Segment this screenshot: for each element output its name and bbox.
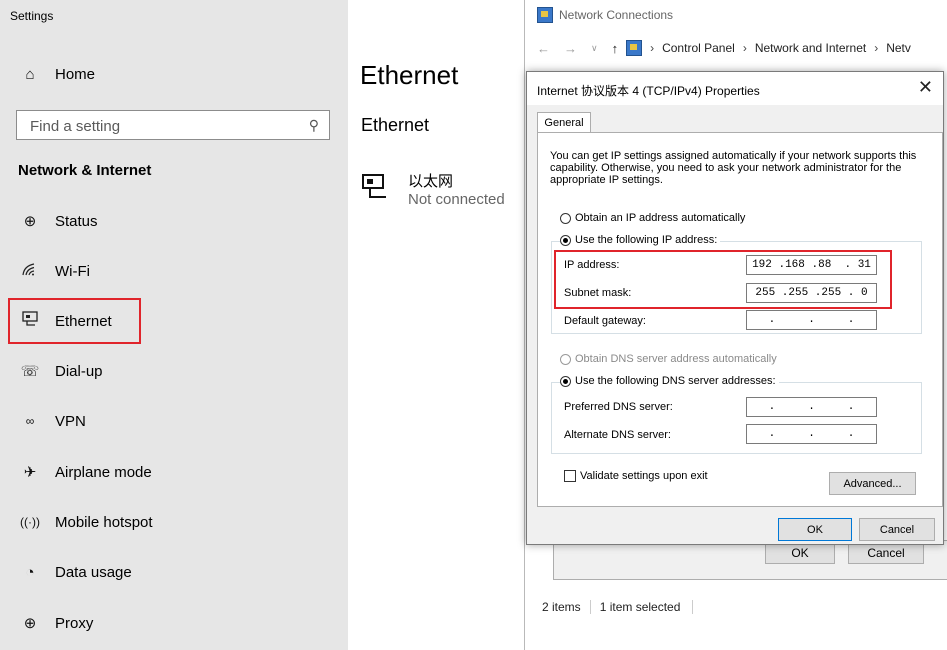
tab-general[interactable]: General [537,112,591,133]
page-title: Ethernet [360,60,459,90]
radio-use-following-dns[interactable]: Use the following DNS server addresses: [560,375,779,387]
phone-icon: ☏ [20,363,40,380]
radio-button[interactable] [560,353,571,365]
back-arrow-icon[interactable]: ← [537,41,550,56]
nav-vpn[interactable]: ∞ VPN [10,397,340,445]
dialog-titlebar[interactable]: Internet 协议版本 4 (TCP/IPv4) Properties ✕ [527,72,943,105]
alternate-dns-field[interactable]: . . . [746,424,877,444]
status-divider [589,600,591,614]
radio-button-selected[interactable] [560,234,571,246]
search-icon[interactable]: ⚲ [309,117,319,134]
nav-proxy[interactable]: ⊕ Proxy [10,599,340,647]
adapter-name[interactable]: 以太网 [408,170,453,191]
default-gateway-label: Default gateway: [564,315,646,327]
ok-button[interactable]: OK [778,518,852,541]
hotspot-icon: ((·)) [20,515,40,529]
breadcrumb-current[interactable]: Netv [886,41,911,55]
network-window-title: Network Connections [537,5,673,25]
nav-data-usage[interactable]: ◔ Data usage [10,548,340,596]
nav-wifi[interactable]: Wi-Fi [10,247,340,295]
breadcrumb-separator-icon: › [874,41,879,55]
adapter-status: Not connected [408,191,505,208]
forward-arrow-icon[interactable]: → [564,41,577,56]
home-icon: ⌂ [25,65,35,83]
network-window-title-text: Network Connections [559,8,674,22]
background-ok-button[interactable]: OK [765,542,835,564]
wifi-icon [18,262,42,280]
nav-status-label: Status [55,212,98,230]
radio-button-selected[interactable] [560,375,571,387]
status-divider [692,600,694,614]
nav-home-label: Home [55,65,96,83]
section-subtitle: Ethernet [361,115,430,135]
radio-button[interactable] [560,212,571,224]
search-input[interactable] [17,111,302,141]
close-icon[interactable]: ✕ [918,78,933,96]
radio-obtain-dns-auto[interactable]: Obtain DNS server address automatically [560,353,777,365]
status-bar: 2 items 1 item selected [542,600,694,614]
ethernet-adapter-icon[interactable] [362,170,388,200]
settings-sidebar: Settings ⌂ Home ⚲ Network & Internet ⊕ S… [0,0,348,650]
preferred-dns-label: Preferred DNS server: [564,401,673,413]
checkbox[interactable] [564,470,576,482]
dialog-description: You can get IP settings assigned automat… [550,150,917,186]
address-bar[interactable]: ← → ∨ ↑ › Control Panel › Network and In… [537,38,919,58]
cancel-button[interactable]: Cancel [859,518,935,541]
nav-status[interactable]: ⊕ Status [10,197,340,245]
recent-dropdown-icon[interactable]: ∨ [591,43,598,54]
alternate-dns-label: Alternate DNS server: [564,429,671,441]
app-title: Settings [10,9,54,23]
nav-vpn-label: VPN [55,412,86,430]
ip-highlight-box [554,250,892,309]
nav-hotspot[interactable]: ((·)) Mobile hotspot [10,498,340,546]
globe-icon: ⊕ [23,213,37,230]
ethernet-highlight-box [8,298,141,344]
network-folder-icon [537,7,553,23]
breadcrumb-separator-icon: › [742,41,747,55]
radio-use-following-ip-label: Use the following IP address: [575,234,718,246]
breadcrumb-separator-icon: › [650,41,655,55]
validate-settings-label: Validate settings upon exit [580,470,708,482]
status-selected-count: 1 item selected [599,600,681,614]
section-title: Network & Internet [18,162,152,179]
nav-data-usage-label: Data usage [55,563,132,581]
nav-dialup[interactable]: ☏ Dial-up [10,347,340,395]
ipv4-properties-dialog: Internet 协议版本 4 (TCP/IPv4) Properties ✕ … [526,71,944,545]
status-item-count: 2 items [542,600,581,614]
breadcrumb-network-internet[interactable]: Network and Internet [755,41,866,55]
nav-home[interactable]: ⌂ Home [10,50,340,98]
network-folder-icon [626,40,643,56]
airplane-icon: ✈ [23,464,37,481]
nav-wifi-label: Wi-Fi [55,262,90,280]
radio-obtain-ip-auto-label: Obtain an IP address automatically [575,212,746,224]
vpn-icon: ∞ [25,414,35,428]
nav-hotspot-label: Mobile hotspot [55,513,153,531]
nav-proxy-label: Proxy [55,614,94,632]
breadcrumb-control-panel[interactable]: Control Panel [662,41,735,55]
default-gateway-field[interactable]: . . . [746,310,877,330]
background-cancel-button[interactable]: Cancel [848,542,924,564]
radio-use-following-dns-label: Use the following DNS server addresses: [575,375,776,387]
globe-icon: ⊕ [23,615,37,632]
up-arrow-icon[interactable]: ↑ [612,41,619,56]
pie-icon: ◔ [25,563,35,581]
validate-settings-checkbox[interactable]: Validate settings upon exit [564,470,708,482]
dialog-title: Internet 协议版本 4 (TCP/IPv4) Properties [537,84,760,98]
radio-use-following-ip[interactable]: Use the following IP address: [560,234,721,246]
search-box[interactable]: ⚲ [16,110,330,141]
nav-airplane[interactable]: ✈ Airplane mode [10,448,340,496]
radio-obtain-dns-auto-label: Obtain DNS server address automatically [575,353,777,365]
preferred-dns-field[interactable]: . . . [746,397,877,417]
nav-dialup-label: Dial-up [55,362,103,380]
advanced-button[interactable]: Advanced... [829,472,916,495]
radio-obtain-ip-auto[interactable]: Obtain an IP address automatically [560,212,745,224]
nav-airplane-label: Airplane mode [55,463,152,481]
